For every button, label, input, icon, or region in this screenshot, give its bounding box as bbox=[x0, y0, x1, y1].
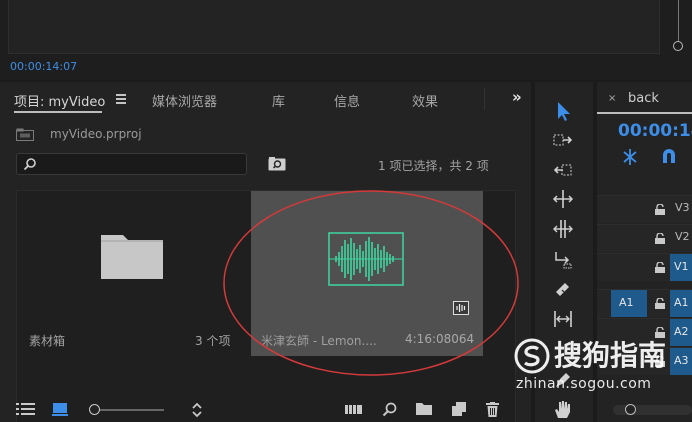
list-view-icon[interactable] bbox=[16, 402, 36, 416]
hand-tool-icon[interactable] bbox=[552, 398, 574, 420]
zoom-slider-track[interactable] bbox=[92, 409, 164, 411]
snap-icon[interactable] bbox=[661, 148, 677, 164]
track-target-toggle[interactable]: A1 bbox=[670, 290, 692, 317]
scroll-track bbox=[678, 0, 679, 42]
tab-info[interactable]: 信息 bbox=[334, 91, 360, 110]
lock-icon[interactable] bbox=[655, 233, 665, 244]
rolling-edit-icon[interactable] bbox=[552, 188, 574, 210]
bin-item-count: 3 个项 bbox=[195, 334, 231, 348]
timeline-panel: × back 00:00:14 V3 V2 V1 A1 A1 bbox=[597, 82, 692, 422]
slip-tool-icon[interactable] bbox=[552, 308, 574, 330]
sort-icon[interactable] bbox=[191, 402, 203, 418]
track-row-a2[interactable]: A2 bbox=[597, 318, 692, 346]
folder-icon bbox=[101, 235, 163, 279]
track-row-v2[interactable]: V2 bbox=[597, 224, 692, 252]
tab-effects[interactable]: 效果 bbox=[412, 91, 438, 110]
program-monitor: 00:00:14:07 bbox=[0, 0, 692, 80]
pen-tool-icon[interactable] bbox=[552, 369, 574, 391]
lock-icon[interactable] bbox=[655, 327, 665, 338]
insert-nest-icon[interactable] bbox=[621, 148, 639, 166]
selection-tool-icon[interactable] bbox=[552, 100, 574, 122]
track-row-a1[interactable]: A1 A1 bbox=[597, 289, 692, 317]
scroll-knob[interactable] bbox=[625, 404, 636, 415]
tab-libraries[interactable]: 库 bbox=[272, 91, 285, 110]
audio-clip-name: 米津玄師 - Lemon.... bbox=[261, 334, 377, 348]
lock-icon[interactable] bbox=[655, 298, 665, 309]
track-select-down-icon[interactable] bbox=[552, 248, 574, 270]
audio-clip-badge-icon bbox=[453, 301, 469, 315]
search-input[interactable] bbox=[16, 153, 247, 175]
active-tab-indicator bbox=[597, 112, 692, 114]
tabs-overflow-button[interactable]: » bbox=[512, 88, 522, 106]
new-item-icon[interactable] bbox=[452, 402, 466, 416]
timeline-timecode[interactable]: 00:00:14 bbox=[618, 121, 692, 141]
timeline-zoom-scrollbar[interactable] bbox=[613, 404, 692, 415]
track-select-icon[interactable] bbox=[552, 129, 574, 151]
source-patch-toggle[interactable]: A1 bbox=[611, 290, 647, 317]
selection-info: 1 项已选择，共 2 项 bbox=[378, 159, 489, 173]
track-target-toggle[interactable]: A3 bbox=[670, 348, 692, 375]
tab-media-browser[interactable]: 媒体浏览器 bbox=[152, 91, 217, 110]
project-bottom-toolbar bbox=[0, 397, 531, 422]
sequence-tab[interactable]: back bbox=[628, 91, 659, 106]
track-label[interactable]: V2 bbox=[675, 230, 690, 243]
project-items-grid: 素材箱 3 个项 米津玄師 - Lemon.... 4:16:08064 bbox=[16, 190, 516, 422]
project-file-name: myVideo.prproj bbox=[50, 127, 142, 141]
monitor-video-area bbox=[8, 0, 660, 54]
panel-menu-icon[interactable] bbox=[116, 94, 126, 106]
new-bin-icon[interactable] bbox=[416, 402, 432, 415]
audio-clip-item[interactable]: 米津玄師 - Lemon.... 4:16:08064 bbox=[251, 191, 483, 356]
lock-icon[interactable] bbox=[655, 356, 665, 367]
zoom-slider-handle[interactable] bbox=[89, 404, 100, 415]
track-target-toggle[interactable]: V1 bbox=[670, 254, 692, 281]
track-row-a3[interactable]: A3 bbox=[597, 347, 692, 375]
lock-icon[interactable] bbox=[655, 262, 665, 273]
track-row-v1[interactable]: V1 bbox=[597, 253, 692, 281]
track-row-v3[interactable]: V3 bbox=[597, 195, 692, 223]
active-tab-indicator bbox=[14, 111, 102, 113]
audio-clip-duration: 4:16:08064 bbox=[405, 332, 475, 346]
bin-name: 素材箱 bbox=[29, 334, 66, 348]
ripple-edit-icon[interactable] bbox=[552, 159, 574, 181]
tab-divider bbox=[484, 88, 485, 110]
rate-stretch-icon[interactable] bbox=[552, 218, 574, 240]
automate-icon[interactable] bbox=[345, 402, 363, 416]
trash-icon[interactable] bbox=[486, 402, 499, 417]
tools-panel bbox=[535, 82, 593, 422]
project-panel: 项目: myVideo 媒体浏览器 库 信息 效果 » myVideo.prpr… bbox=[0, 82, 531, 422]
monitor-timecode[interactable]: 00:00:14:07 bbox=[10, 60, 77, 73]
bin-item[interactable]: 素材箱 3 个项 bbox=[17, 191, 250, 356]
close-sequence-button[interactable]: × bbox=[608, 93, 616, 104]
panel-tabs: 项目: myVideo 媒体浏览器 库 信息 效果 » bbox=[0, 82, 531, 116]
track-target-toggle[interactable]: A2 bbox=[670, 319, 692, 346]
audio-waveform-icon bbox=[328, 232, 404, 286]
scroll-knob[interactable] bbox=[673, 41, 683, 51]
monitor-zoom-scrollbar[interactable] bbox=[672, 0, 684, 54]
tab-project[interactable]: 项目: myVideo bbox=[14, 91, 105, 110]
lock-icon[interactable] bbox=[655, 204, 665, 215]
find-button[interactable] bbox=[268, 157, 286, 171]
project-file-icon bbox=[16, 128, 34, 141]
track-label[interactable]: V3 bbox=[675, 201, 690, 214]
search-icon[interactable] bbox=[382, 402, 397, 417]
search-icon bbox=[23, 158, 36, 171]
razor-icon[interactable] bbox=[552, 278, 574, 300]
icon-view-icon[interactable] bbox=[52, 402, 68, 416]
